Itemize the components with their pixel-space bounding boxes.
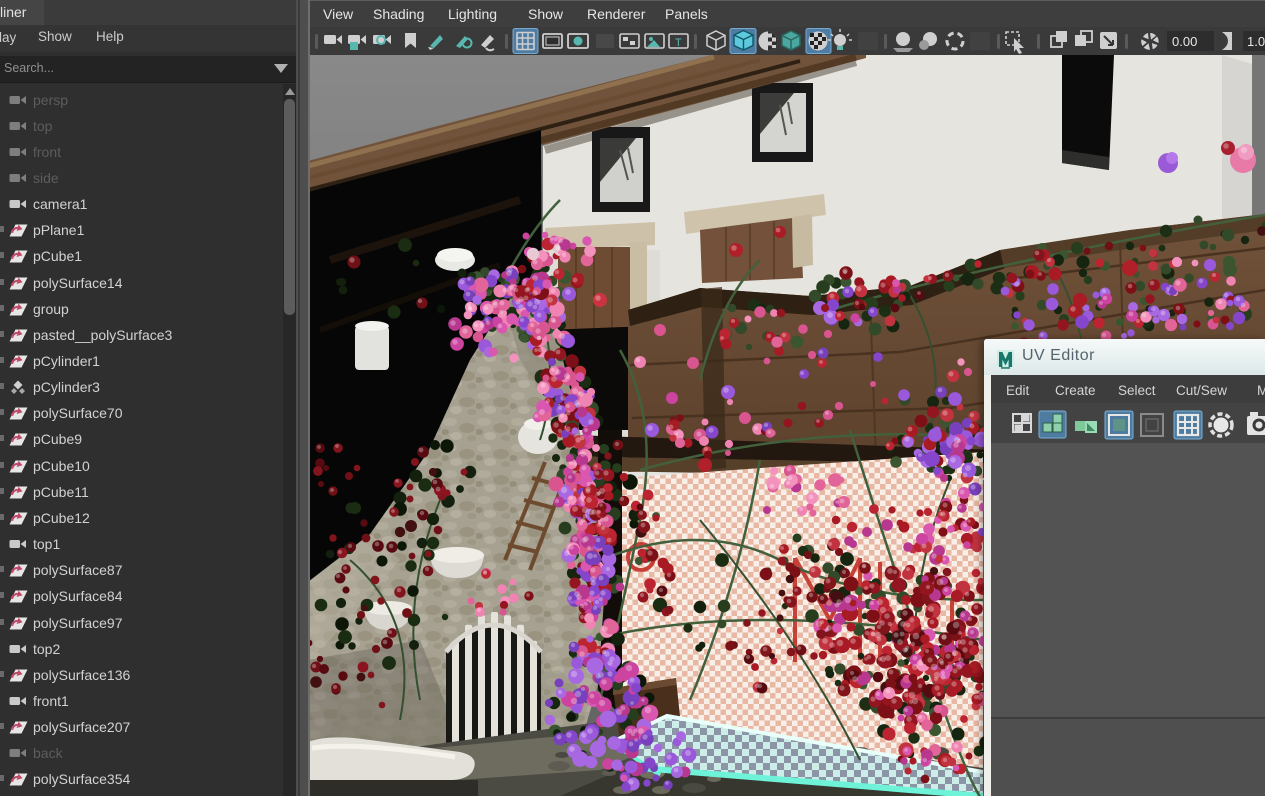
svg-text:0.00: 0.00: [1172, 34, 1197, 49]
svg-text:1.0: 1.0: [1247, 34, 1265, 49]
svg-text:T: T: [675, 37, 682, 49]
